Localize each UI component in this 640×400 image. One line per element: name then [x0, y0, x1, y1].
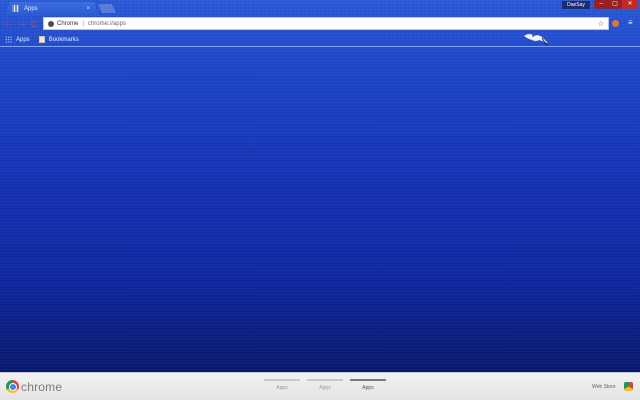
omnibox-url[interactable]: chrome://apps	[88, 21, 598, 27]
back-button[interactable]: ←	[4, 18, 14, 30]
close-tab-icon[interactable]: ×	[86, 6, 90, 12]
omnibox-separator: |	[82, 20, 84, 27]
chrome-wordmark: chrome	[21, 380, 63, 394]
tab-strip: Apps × DaeSay – ▢ ✕	[0, 0, 640, 15]
apps-page-1-tab[interactable]: Apps	[264, 379, 300, 391]
chrome-logo-icon	[6, 380, 19, 393]
seagull-icon	[523, 33, 549, 47]
page-label: Apps	[276, 385, 288, 391]
web-store-link[interactable]: Web Store	[592, 384, 616, 390]
extension-icon[interactable]	[612, 20, 619, 27]
profile-button[interactable]: DaeSay	[562, 1, 590, 9]
omnibox[interactable]: Chrome | chrome://apps ☆	[43, 17, 609, 30]
new-tab-button[interactable]	[97, 4, 117, 13]
page-indicator-bar	[307, 379, 343, 381]
omnibox-chip: Chrome	[57, 20, 79, 27]
apps-bottom-bar: chrome Apps Apps Apps Web Store	[0, 372, 640, 400]
apps-page-3-tab[interactable]: Apps	[350, 379, 386, 391]
page-label: Apps	[362, 385, 374, 391]
page-indicator-bar	[264, 379, 300, 381]
maximize-button[interactable]: ▢	[608, 0, 622, 9]
reload-button[interactable]: C	[31, 18, 38, 30]
apps-page-2-tab[interactable]: Apps	[307, 379, 343, 391]
bookmark-star-icon[interactable]: ☆	[598, 20, 604, 28]
web-store-icon[interactable]	[624, 382, 633, 391]
wallpaper-background	[0, 0, 640, 400]
apps-shortcut-icon[interactable]	[5, 36, 12, 43]
minimize-button[interactable]: –	[594, 0, 608, 9]
tab-title: Apps	[24, 5, 38, 12]
forward-button[interactable]: →	[17, 18, 27, 30]
chrome-menu-icon[interactable]: ≡	[628, 19, 633, 27]
bookmark-apps[interactable]: Apps	[16, 37, 30, 43]
page-indicator-bar	[350, 379, 386, 381]
tab-apps[interactable]: Apps ×	[6, 2, 98, 15]
bookmark-folder[interactable]: Bookmarks	[49, 37, 79, 43]
page-label: Apps	[319, 385, 331, 391]
bookmark-folder-icon[interactable]	[38, 36, 45, 43]
chrome-page-icon	[48, 20, 54, 27]
apps-grid-icon	[12, 5, 19, 12]
close-window-button[interactable]: ✕	[622, 0, 638, 9]
